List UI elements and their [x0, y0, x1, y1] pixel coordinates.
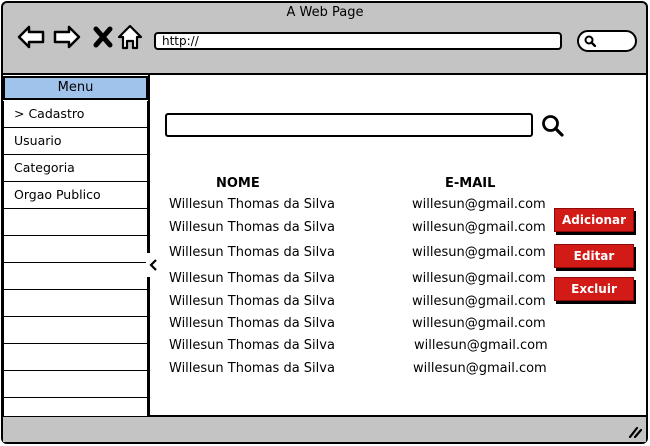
sidebar-item-empty[interactable] [3, 209, 148, 236]
delete-button[interactable]: Excluir [554, 277, 634, 301]
table-cell-email[interactable]: willesun@gmail.com [412, 245, 546, 260]
home-icon[interactable] [116, 22, 146, 52]
window-title: A Web Page [286, 5, 364, 20]
table-cell-name[interactable]: Willesun Thomas da Silva [169, 220, 335, 235]
table-cell-name[interactable]: Willesun Thomas da Silva [169, 338, 335, 353]
search-input[interactable] [165, 113, 533, 137]
table-cell-email[interactable]: willesun@gmail.com [412, 294, 546, 309]
table-cell-name[interactable]: Willesun Thomas da Silva [169, 294, 335, 309]
back-arrow-icon[interactable] [16, 22, 46, 52]
sidebar-collapse-toggle[interactable] [146, 253, 162, 277]
sidebar-item-categoria[interactable]: Categoria [3, 155, 148, 182]
sidebar-item-empty[interactable] [3, 290, 148, 317]
table-cell-name[interactable]: Willesun Thomas da Silva [169, 316, 335, 331]
table-cell-email[interactable]: willesun@gmail.com [412, 197, 546, 212]
chevron-left-icon [149, 259, 157, 271]
sidebar-item-usuario[interactable]: Usuario [3, 128, 148, 155]
edit-button[interactable]: Editar [554, 244, 634, 268]
search-icon[interactable] [541, 114, 565, 138]
add-button[interactable]: Adicionar [554, 208, 634, 232]
sidebar-item-empty[interactable] [3, 317, 148, 344]
search-icon [584, 35, 596, 47]
table-cell-email[interactable]: willesun@gmail.com [414, 338, 548, 353]
sidebar-item-empty[interactable] [3, 398, 148, 417]
sidebar-menu-header: Menu [3, 76, 148, 100]
forward-arrow-icon[interactable] [52, 22, 82, 52]
status-bar [3, 419, 646, 442]
resize-grip-icon[interactable] [627, 424, 643, 438]
sidebar-item-empty[interactable] [3, 263, 148, 290]
column-header-email[interactable]: E-MAIL [445, 176, 495, 191]
sidebar-item-empty[interactable] [3, 344, 148, 371]
sidebar-item-cadastro[interactable]: > Cadastro [3, 101, 148, 128]
column-header-nome[interactable]: NOME [216, 176, 260, 191]
table-cell-name[interactable]: Willesun Thomas da Silva [169, 271, 335, 286]
sidebar-item-orgao-publico[interactable]: Orgao Publico [3, 182, 148, 209]
address-bar[interactable]: http:// [154, 32, 562, 50]
table-cell-name[interactable]: Willesun Thomas da Silva [169, 197, 335, 212]
table-cell-email[interactable]: willesun@gmail.com [413, 361, 547, 376]
table-cell-email[interactable]: willesun@gmail.com [412, 220, 546, 235]
table-cell-name[interactable]: Willesun Thomas da Silva [169, 245, 335, 260]
table-cell-email[interactable]: willesun@gmail.com [412, 271, 546, 286]
sidebar-item-empty[interactable] [3, 371, 148, 398]
sidebar-item-empty[interactable] [3, 236, 148, 263]
table-cell-name[interactable]: Willesun Thomas da Silva [169, 361, 335, 376]
table-cell-email[interactable]: willesun@gmail.com [412, 316, 546, 331]
browser-search-field[interactable] [577, 30, 637, 52]
